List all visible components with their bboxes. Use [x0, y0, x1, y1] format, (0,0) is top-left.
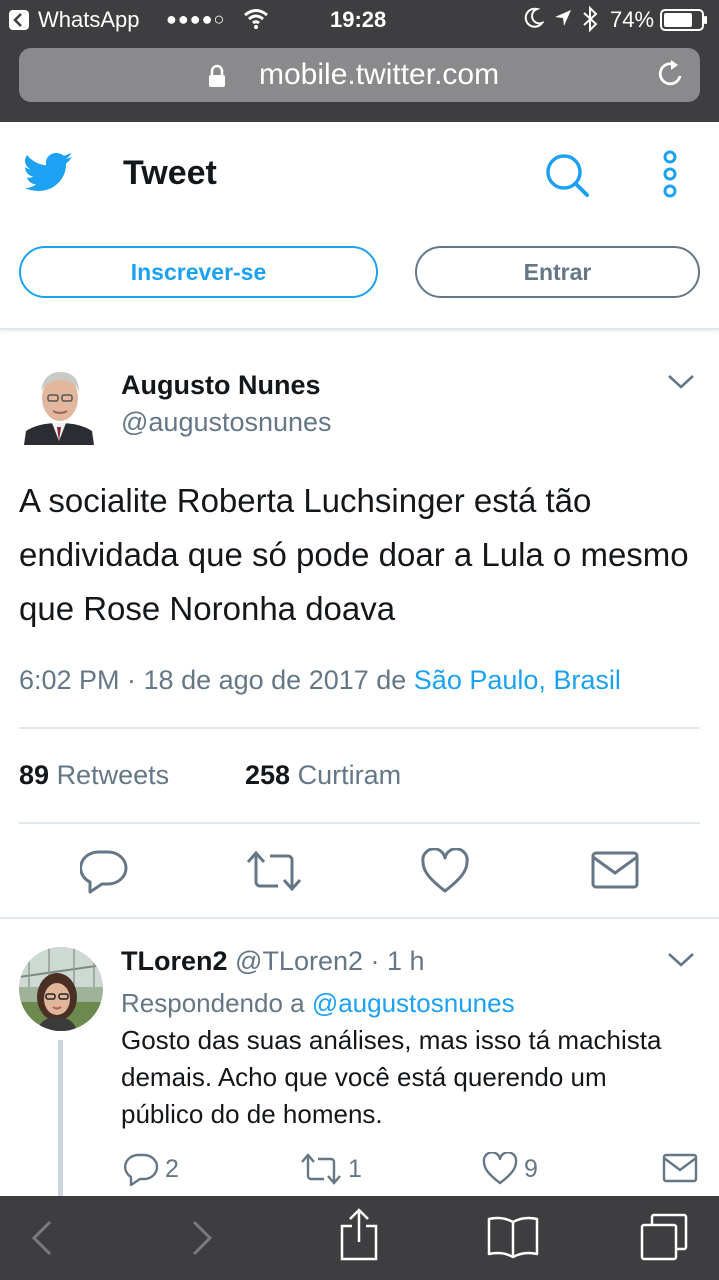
twitter-header: Tweet Inscrever-se Entrar: [0, 122, 719, 330]
direct-message-icon: [662, 1153, 698, 1183]
replying-to-link[interactable]: @augustosnunes: [312, 988, 515, 1018]
like-icon[interactable]: [420, 847, 470, 899]
reply-chevron-down-icon[interactable]: [666, 950, 696, 975]
reply-like-count: 9: [524, 1154, 538, 1183]
search-icon[interactable]: [544, 152, 590, 203]
bluetooth-icon: [582, 5, 598, 38]
likes-label: Curtiram: [297, 760, 402, 790]
author-name[interactable]: Augusto Nunes: [121, 370, 321, 401]
address-bar[interactable]: mobile.twitter.com: [19, 48, 700, 102]
more-options-icon[interactable]: [658, 150, 682, 203]
battery-percent: 74%: [610, 7, 655, 32]
reply-reply-count: 2: [165, 1154, 179, 1183]
chevron-down-icon[interactable]: [666, 372, 696, 397]
retweets-count: 89: [19, 760, 50, 790]
reply-retweet-count: 1: [348, 1154, 362, 1183]
wifi-icon: [242, 6, 270, 36]
reply-icon[interactable]: [79, 848, 128, 899]
status-bar: WhatsApp ●●●●○ 19:28 74%: [0, 0, 719, 40]
like-icon: [482, 1152, 518, 1185]
page-title: Tweet: [123, 154, 217, 192]
divider: [19, 822, 700, 824]
share-icon[interactable]: [338, 1208, 380, 1267]
reply-header: TLoren2 @TLoren2 · 1 h: [121, 946, 425, 977]
reply-author-name[interactable]: TLoren2: [121, 946, 228, 976]
signal-icon: ●●●●○: [166, 9, 226, 29]
replying-prefix: Respondendo a: [121, 988, 312, 1018]
reply-text: Gosto das suas análises, mas isso tá mac…: [121, 1025, 662, 1129]
likes-stat[interactable]: 258 Curtiram: [245, 760, 401, 791]
section-divider: [0, 917, 719, 919]
battery-icon: [660, 9, 708, 37]
lock-icon: [208, 62, 226, 96]
twitter-bird-icon[interactable]: [25, 152, 73, 197]
tweet-text: A socialite Roberta Luchsinger está tão …: [19, 482, 689, 627]
back-arrow-icon[interactable]: [28, 1218, 56, 1263]
tabs-icon[interactable]: [638, 1212, 690, 1267]
reply-like-action[interactable]: 9: [482, 1152, 538, 1186]
retweet-icon[interactable]: [246, 848, 302, 899]
forward-arrow-icon[interactable]: [188, 1218, 216, 1263]
author-handle[interactable]: @augustosnunes: [121, 407, 332, 438]
url-text[interactable]: mobile.twitter.com: [259, 58, 499, 92]
signup-button[interactable]: Inscrever-se: [19, 246, 378, 298]
moon-icon: [524, 7, 545, 35]
direct-message-icon[interactable]: [590, 848, 640, 897]
tweet-timestamp: 6:02 PM · 18 de ago de 2017 de: [19, 665, 414, 695]
thread-line: [58, 1040, 63, 1200]
tweet-location-link[interactable]: São Paulo, Brasil: [414, 665, 621, 695]
likes-count: 258: [245, 760, 291, 790]
browser-chrome: mobile.twitter.com: [0, 40, 719, 122]
reply-reply-action[interactable]: 2: [123, 1152, 179, 1186]
back-app-label[interactable]: WhatsApp: [38, 7, 140, 33]
reply-retweet-action[interactable]: 1: [300, 1152, 362, 1186]
reply-author-handle[interactable]: @TLoren2: [235, 946, 363, 976]
retweets-label: Retweets: [56, 760, 170, 790]
reply-dm-action[interactable]: [662, 1152, 704, 1184]
clock: 19:28: [330, 7, 387, 32]
tweet-meta: 6:02 PM · 18 de ago de 2017 de São Paulo…: [19, 665, 621, 696]
bookmarks-icon[interactable]: [486, 1214, 540, 1265]
replying-to: Respondendo a @augustosnunes: [121, 988, 515, 1019]
reply-time: · 1 h: [363, 946, 425, 976]
author-avatar[interactable]: [24, 365, 94, 445]
back-to-app-icon[interactable]: [8, 9, 30, 37]
browser-toolbar: [0, 1196, 719, 1280]
divider: [19, 727, 700, 729]
reply-icon: [124, 1153, 159, 1186]
location-arrow-icon: [553, 8, 573, 34]
reply-author-avatar[interactable]: [19, 947, 103, 1031]
retweet-icon: [301, 1153, 341, 1185]
reload-icon[interactable]: [657, 59, 685, 97]
login-button[interactable]: Entrar: [415, 246, 700, 298]
retweets-stat[interactable]: 89 Retweets: [19, 760, 169, 791]
